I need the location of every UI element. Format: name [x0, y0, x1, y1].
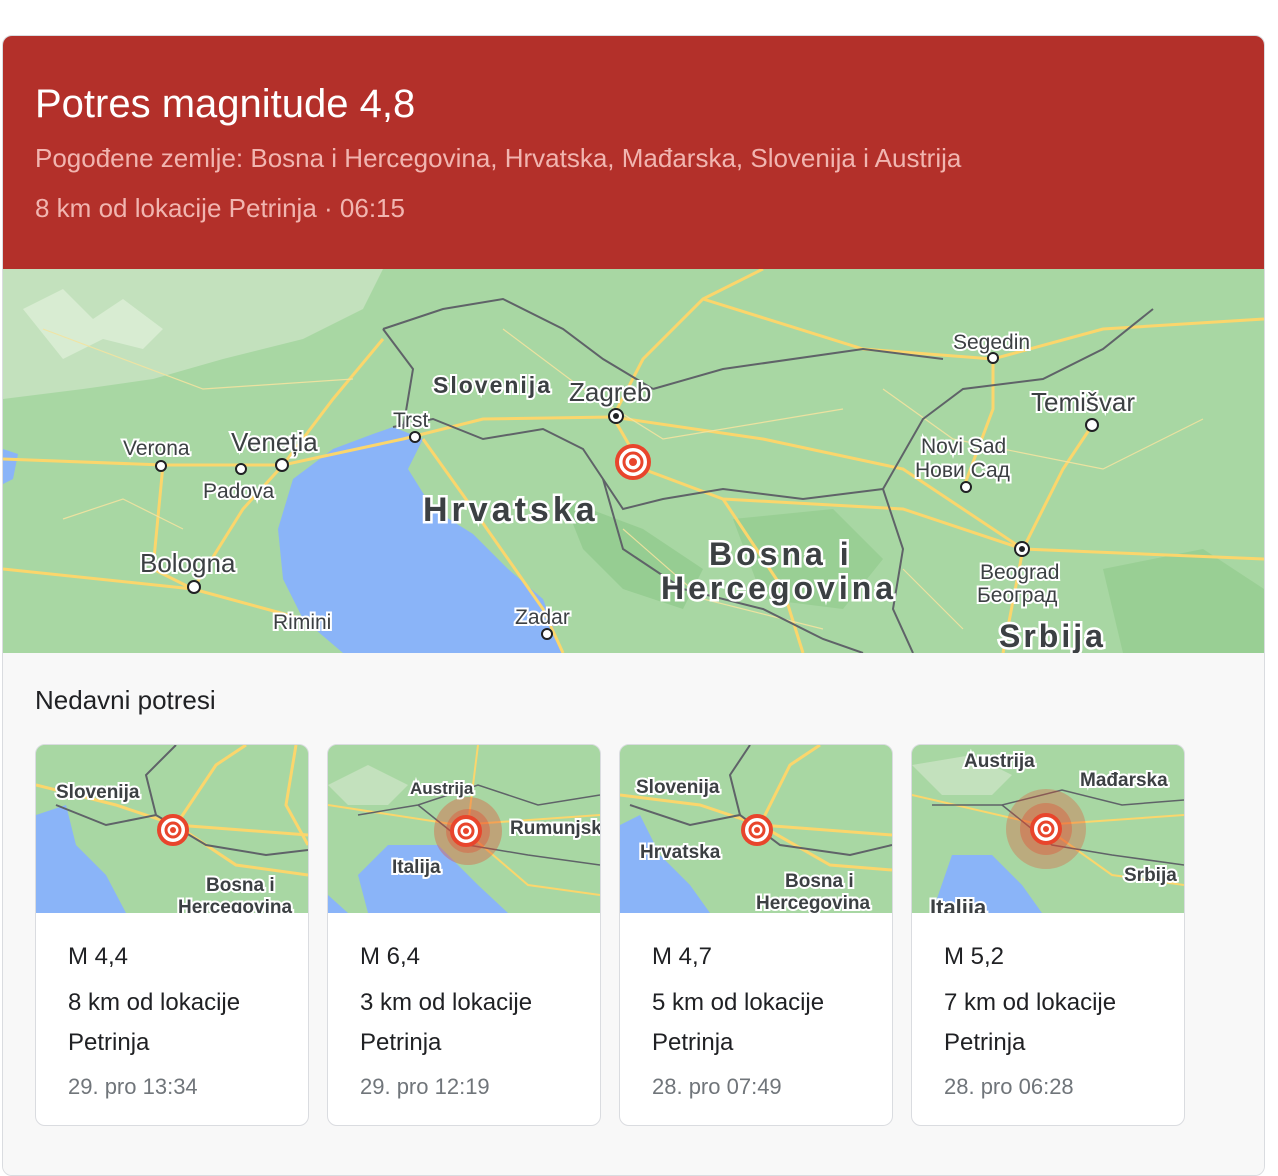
map-label-verona: Verona [123, 437, 190, 460]
affected-countries: Pogođene zemlje: Bosna i Hercegovina, Hr… [35, 143, 962, 173]
thumb-label: Hercegovina [756, 893, 870, 913]
earthquake-magnitude: M 6,4 [360, 943, 421, 970]
earthquake-item[interactable]: Slovenija Bosna i Hercegovina M 4,4 8 km… [35, 744, 309, 1126]
map-label-padova: Padova [203, 480, 275, 503]
map-label-rimini: Rimini [273, 611, 331, 634]
map-label-srbija: Srbija [999, 618, 1106, 653]
city-dot-icon [987, 352, 999, 364]
map-label-bosna: Bosna i [709, 536, 853, 572]
earthquake-magnitude: M 4,4 [68, 943, 129, 970]
earthquake-magnitude: M 4,7 [652, 943, 713, 970]
epicenter-marker-icon [157, 814, 189, 846]
map-label-beograd: Beograd [980, 561, 1059, 584]
location-time: 8 km od lokacije Petrinja · 06:15 [35, 193, 405, 223]
thumb-label: Slovenija [636, 777, 720, 798]
city-dot-icon [960, 481, 972, 493]
map-label-segedin: Segedin [953, 331, 1030, 354]
recent-earthquakes-title: Nedavni potresi [35, 685, 216, 715]
earthquake-distance: 8 km od lokacije Petrinja [68, 989, 241, 1056]
city-dot-icon [155, 460, 167, 472]
earthquake-time: 29. pro 12:19 [360, 1074, 490, 1099]
earthquake-distance: 7 km od lokacije Petrinja [944, 989, 1117, 1056]
city-dot-icon [187, 580, 201, 594]
city-dot-icon [275, 458, 289, 472]
thumb-label: Italija [930, 895, 987, 913]
map-label-zagreb: Zagreb [569, 377, 651, 407]
earthquake-title: Potres magnitude 4,8 [35, 82, 416, 126]
earthquake-time: 28. pro 06:28 [944, 1074, 1074, 1099]
map-label-novi-sad-cyr: Нови Сад [915, 459, 1010, 482]
map-label-hrvatska: Hrvatska [423, 491, 599, 529]
earthquake-item[interactable]: Slovenija Hrvatska Bosna i Hercegovina M… [619, 744, 893, 1126]
thumb-label: Bosna i [785, 871, 854, 892]
earthquake-distance: 5 km od lokacije Petrinja [652, 989, 825, 1056]
thumb-label: Bosna i [206, 875, 275, 896]
earthquake-time: 29. pro 13:34 [68, 1074, 198, 1099]
map-label-zadar: Zadar [515, 606, 570, 629]
earthquake-header: Potres magnitude 4,8 Pogođene zemlje: Bo… [3, 36, 1264, 269]
thumb-label: Srbija [1124, 865, 1177, 886]
earthquake-card: Potres magnitude 4,8 Pogođene zemlje: Bo… [2, 35, 1265, 1176]
earthquake-item[interactable]: Austrija Mađarska Srbija Italija M 5,2 7… [911, 744, 1185, 1126]
map-label-bologna: Bologna [140, 548, 236, 578]
city-dot-icon [409, 431, 421, 443]
earthquake-thumb-map: Slovenija Bosna i Hercegovina [36, 745, 308, 913]
city-dot-icon [235, 463, 247, 475]
earthquake-time: 28. pro 07:49 [652, 1074, 782, 1099]
earthquake-thumb-map: Slovenija Hrvatska Bosna i Hercegovina [620, 745, 892, 913]
earthquake-map[interactable]: Slovenija Zagreb Trst Verona Veneția Pad… [3, 269, 1264, 653]
map-label-beograd-cyr: Београд [977, 584, 1057, 607]
thumb-label: Rumunjsk [510, 818, 600, 839]
city-dot-icon [541, 628, 553, 640]
epicenter-marker-icon [1030, 813, 1062, 845]
epicenter-marker-icon [615, 444, 651, 480]
map-label-slovenija: Slovenija [433, 372, 552, 398]
earthquake-magnitude: M 5,2 [944, 943, 1005, 970]
earthquake-item[interactable]: Austrija Rumunjsk Italija M 6,4 3 km od … [327, 744, 601, 1126]
epicenter-marker-icon [741, 814, 773, 846]
map-label-temisvar: Temišvar [1031, 387, 1135, 417]
thumb-label: Hercegovina [178, 897, 292, 913]
map-label-novi-sad: Novi Sad [921, 435, 1006, 458]
epicenter-marker-icon [450, 815, 482, 847]
thumb-label: Hrvatska [640, 842, 721, 863]
thumb-label: Mađarska [1080, 770, 1168, 791]
earthquake-thumb-map: Austrija Rumunjsk Italija [328, 745, 600, 913]
map-label-hercegovina: Hercegovina [661, 570, 897, 606]
city-dot-icon [1085, 418, 1099, 432]
earthquake-thumb-map: Austrija Mađarska Srbija Italija [912, 745, 1184, 913]
thumb-label: Slovenija [56, 782, 140, 803]
map-label-trst: Trst [393, 409, 429, 432]
earthquake-distance: 3 km od lokacije Petrinja [360, 989, 533, 1056]
thumb-label: Austrija [410, 779, 474, 798]
thumb-label: Italija [392, 857, 441, 878]
recent-earthquakes: Nedavni potresi Slovenija Bosna i Herceg… [3, 653, 1264, 1175]
map-label-venetia: Veneția [231, 427, 318, 457]
thumb-label: Austrija [964, 751, 1035, 772]
